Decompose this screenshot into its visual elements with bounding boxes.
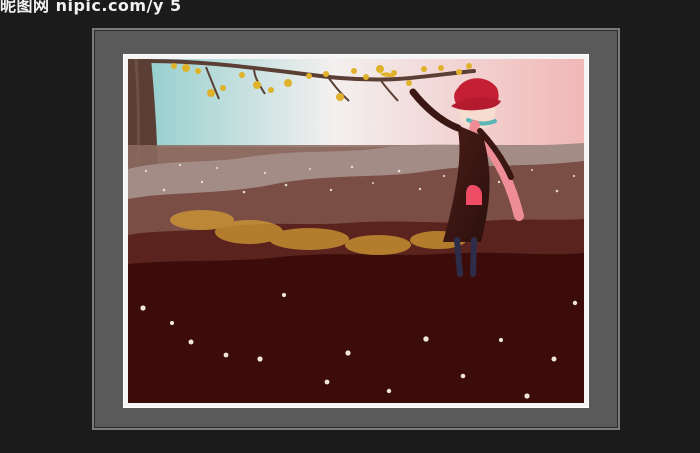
illustration-svg	[128, 59, 584, 403]
watermark-text: 昵图网 nipic.com/y 5	[0, 0, 182, 15]
meadow-grass	[128, 143, 584, 403]
screenshot-page: 昵图网 nipic.com/y 5	[0, 0, 700, 453]
illustration	[128, 59, 584, 403]
